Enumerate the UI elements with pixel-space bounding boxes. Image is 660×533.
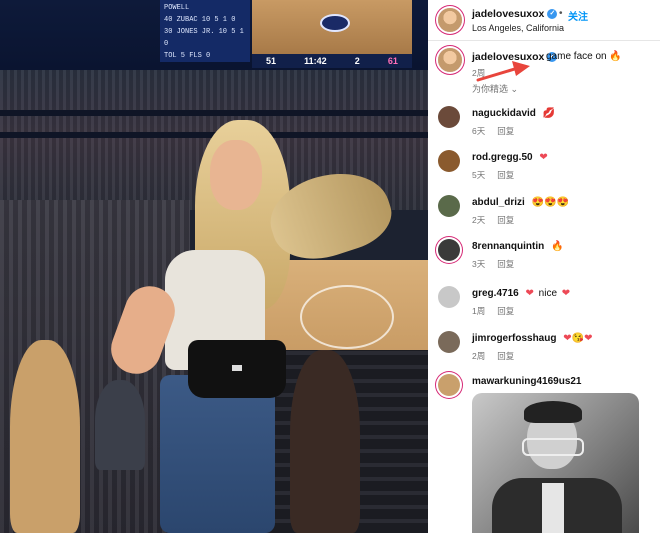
commenter-avatar[interactable] [438, 331, 460, 353]
comment-body: naguckidavid 💋 [472, 108, 555, 119]
court-marking [300, 285, 394, 349]
verified-badge-icon: ✓ [547, 9, 558, 20]
post-photo[interactable]: POWELL 40 ZUBAC 10 5 1 0 30 JONES JR. 10… [0, 0, 428, 533]
commenter-avatar[interactable] [438, 239, 460, 261]
arena-ribbon-board [0, 110, 428, 116]
jumbotron-player-stats: POWELL 40 ZUBAC 10 5 1 0 30 JONES JR. 10… [160, 0, 250, 62]
heart-icon: ❤ [539, 152, 548, 163]
commenter-avatar[interactable] [438, 150, 460, 172]
commenter-username[interactable]: abdul_drizi [472, 197, 525, 208]
period: 2 [354, 56, 360, 66]
comment-meta: 3天 回复 [472, 258, 514, 270]
reply-button[interactable]: 回复 [497, 126, 514, 136]
spectator [95, 380, 145, 470]
subject-jeans [160, 375, 275, 533]
image-figure-glasses [522, 438, 584, 456]
team-logo-icon [320, 14, 350, 32]
stats-line: 30 JONES JR. 10 5 1 0 [164, 28, 244, 48]
commenter-username[interactable]: jimrogerfosshaug [472, 333, 556, 344]
commenter-avatar[interactable] [438, 106, 460, 128]
comment-item: 8rennanquintin 🔥 3天 回复 [428, 237, 660, 281]
comment-body: abdul_drizi 😍😍😍 [472, 197, 569, 208]
comment-meta: 5天 回复 [472, 169, 514, 181]
heart-eyes-emoji-icon: 😍😍😍 [531, 197, 569, 208]
comment-timestamp: 1周 [472, 306, 486, 316]
fire-emoji-icon: 🔥 [609, 51, 622, 62]
post-side-panel: jadelovesuxox ✓ • 关注 Los Angeles, Califor… [428, 0, 660, 533]
commenter-avatar[interactable] [438, 195, 460, 217]
reply-button[interactable]: 回复 [497, 351, 514, 361]
comment-item: abdul_drizi 😍😍😍 2天 回复 [428, 193, 660, 237]
comment-timestamp: 6天 [472, 126, 486, 136]
post-header: jadelovesuxox ✓ • 关注 Los Angeles, Califor… [428, 0, 660, 40]
reply-button[interactable]: 回复 [497, 306, 514, 316]
handbag-logo-icon [232, 365, 242, 371]
kiss-emoji-icon: 💋 [542, 108, 556, 119]
follow-button[interactable]: 关注 [568, 8, 588, 23]
commenter-username[interactable]: rod.gregg.50 [472, 152, 533, 163]
subject-face [210, 140, 262, 210]
header-divider [428, 40, 660, 41]
fire-emoji-icon: 🔥 [551, 241, 564, 252]
commenter-username[interactable]: naguckidavid [472, 108, 536, 119]
comment-body: greg.4716 ❤ nice ❤ [472, 288, 570, 299]
comment-timestamp: 2周 [472, 351, 486, 361]
caption-text: game face on 🔥 [546, 51, 622, 62]
author-username[interactable]: jadelovesuxox ✓ [472, 8, 558, 20]
comment-timestamp: 2天 [472, 215, 486, 225]
commenter-avatar[interactable] [438, 286, 460, 308]
away-score: 61 [387, 56, 398, 66]
comment-body: mawarkuning4169us21 [472, 376, 582, 387]
commenter-avatar[interactable] [438, 374, 460, 396]
separator-dot: • [559, 8, 563, 19]
comment-timestamp: 5天 [472, 170, 486, 180]
caption-author-avatar[interactable] [438, 48, 462, 72]
comment-body: 8rennanquintin 🔥 [472, 241, 563, 252]
annotation-arrow-icon [476, 61, 530, 82]
comment-item: jimrogerfosshaug ❤😘❤ 2周 回复 [428, 329, 660, 373]
stats-line: 40 ZUBAC 10 5 1 0 [164, 16, 236, 24]
stats-line: TOL 5 FLS 0 [164, 52, 211, 60]
heart-icon: ❤ [525, 288, 534, 299]
reply-button[interactable]: 回复 [497, 259, 514, 269]
spectator [290, 350, 360, 533]
heart-icon: ❤ [561, 288, 571, 299]
commenter-username[interactable]: 8rennanquintin [472, 241, 544, 252]
comment-body: rod.gregg.50 ❤ [472, 152, 548, 163]
comment-meta: 2天 回复 [472, 214, 514, 226]
reply-button[interactable]: 回复 [497, 215, 514, 225]
spectator [10, 340, 80, 533]
stats-line: POWELL [164, 4, 190, 12]
post-location[interactable]: Los Angeles, California [472, 23, 564, 33]
commenter-username[interactable]: mawarkuning4169us21 [472, 376, 582, 387]
image-figure-shirt [542, 483, 564, 533]
author-avatar[interactable] [438, 8, 462, 32]
comment-item: greg.4716 ❤ nice ❤ 1周 回复 [428, 284, 660, 328]
jumbotron-scorebar: 51 11:42 2 61 [252, 54, 412, 68]
heart-kiss-emoji-icon: ❤😘❤ [563, 333, 593, 344]
jumbotron: POWELL 40 ZUBAC 10 5 1 0 30 JONES JR. 10… [0, 0, 428, 70]
comment-meta: 2周 回复 [472, 350, 514, 362]
comment-image[interactable] [472, 393, 639, 533]
comment-item: rod.gregg.50 ❤ 5天 回复 [428, 148, 660, 192]
image-figure-hair [524, 401, 582, 423]
home-score: 51 [266, 56, 277, 66]
game-clock: 11:42 [304, 56, 327, 66]
reply-button[interactable]: 回复 [497, 170, 514, 180]
commenter-username[interactable]: greg.4716 [472, 288, 519, 299]
comment-meta: 6天 回复 [472, 125, 514, 137]
comment-timestamp: 3天 [472, 259, 486, 269]
comment-text: nice [538, 288, 558, 299]
comment-body: jimrogerfosshaug ❤😘❤ [472, 333, 592, 344]
comment-meta: 1周 回复 [472, 305, 514, 317]
comment-item: naguckidavid 💋 6天 回复 [428, 104, 660, 148]
